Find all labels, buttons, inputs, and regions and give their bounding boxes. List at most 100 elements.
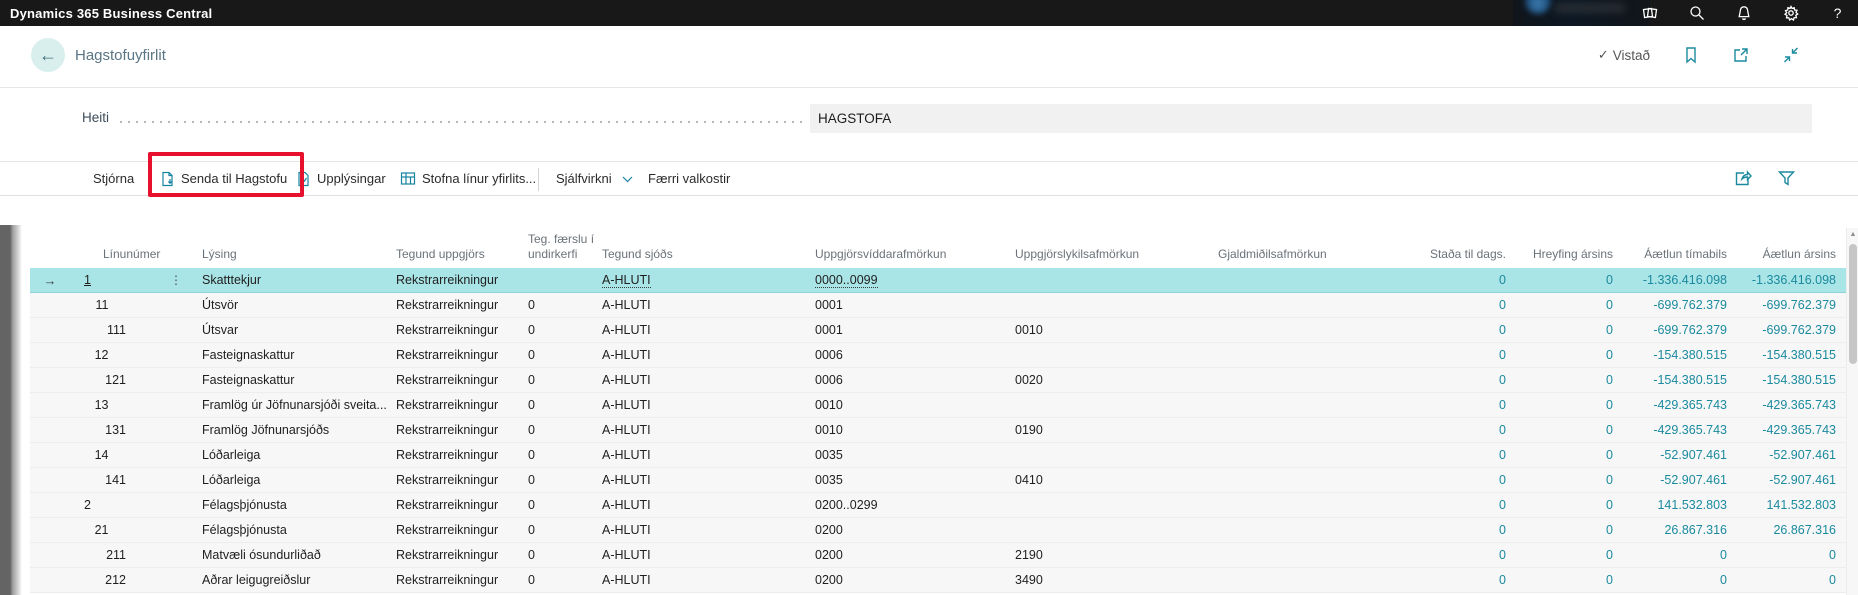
cell-tf[interactable]: 0 [522,418,602,442]
cell-gj[interactable] [1200,393,1395,417]
table-row[interactable]: 12FasteignaskatturRekstrarreikningur0A-H… [30,343,1846,368]
col-header-num[interactable]: Línunúmer [70,247,170,262]
cell-vidd[interactable]: 0001 [815,318,1015,342]
col-header-tu[interactable]: Tegund uppgjörs [396,247,522,262]
cell-tu[interactable]: Rekstrarreikningur [396,393,522,417]
cell-tu[interactable]: Rekstrarreikningur [396,268,522,292]
cell-tu[interactable]: Rekstrarreikningur [396,518,522,542]
cell-stada[interactable]: 0 [1395,493,1510,517]
cell-aars[interactable]: -699.762.379 [1731,293,1846,317]
stofna-linur-button[interactable]: Stofna línur yfirlits... [400,171,536,186]
cell-lyk[interactable] [1015,343,1200,367]
cell-lyk[interactable]: 0020 [1015,368,1200,392]
cell-lysing[interactable]: Framlög Jöfnunarsjóðs [202,418,396,442]
cell-num[interactable]: 111 [70,318,170,342]
cell-ts[interactable]: A-HLUTI [602,543,815,567]
menu-stjorna[interactable]: Stjórna [93,171,134,186]
cell-tu[interactable]: Rekstrarreikningur [396,468,522,492]
cell-num[interactable]: 14 [70,443,170,467]
cell-tu[interactable]: Rekstrarreikningur [396,343,522,367]
cell-hreyf[interactable]: 0 [1510,493,1617,517]
cell-gj[interactable] [1200,468,1395,492]
cell-atim[interactable]: -429.365.743 [1617,393,1731,417]
dynamics-apps-icon[interactable] [1641,5,1658,22]
cell-stada[interactable]: 0 [1395,468,1510,492]
cell-lyk[interactable] [1015,493,1200,517]
cell-vidd[interactable]: 0000..0099 [815,268,1015,292]
cell-tu[interactable]: Rekstrarreikningur [396,568,522,592]
cell-hreyf[interactable]: 0 [1510,393,1617,417]
vertical-scrollbar[interactable]: ▲ [1846,228,1858,595]
col-header-lyk[interactable]: Uppgjörslykilsafmörkun [1015,247,1200,262]
cell-hreyf[interactable]: 0 [1510,443,1617,467]
cell-stada[interactable]: 0 [1395,418,1510,442]
cell-lysing[interactable]: Lóðarleiga [202,443,396,467]
cell-vidd[interactable]: 0200..0299 [815,493,1015,517]
col-header-aars[interactable]: Áætlun ársins [1731,247,1846,262]
cell-aars[interactable]: 0 [1731,568,1846,592]
cell-vidd[interactable]: 0010 [815,418,1015,442]
table-row[interactable]: →1⋮SkatttekjurRekstrarreikningurA-HLUTI0… [30,268,1846,293]
cell-tf[interactable]: 0 [522,368,602,392]
cell-hreyf[interactable]: 0 [1510,368,1617,392]
cell-aars[interactable]: -429.365.743 [1731,418,1846,442]
help-icon[interactable]: ? [1829,5,1846,22]
cell-hreyf[interactable]: 0 [1510,568,1617,592]
cell-atim[interactable]: -699.762.379 [1617,318,1731,342]
cell-num[interactable]: 13 [70,393,170,417]
cell-lyk[interactable] [1015,268,1200,292]
col-header-atim[interactable]: Áætlun tímabils [1617,247,1731,262]
cell-gj[interactable] [1200,443,1395,467]
cell-hreyf[interactable]: 0 [1510,543,1617,567]
cell-tu[interactable]: Rekstrarreikningur [396,418,522,442]
col-header-gj[interactable]: Gjaldmiðilsafmörkun [1200,247,1395,262]
cell-aars[interactable]: -699.762.379 [1731,318,1846,342]
cell-tf[interactable]: 0 [522,293,602,317]
cell-tf[interactable]: 0 [522,543,602,567]
cell-stada[interactable]: 0 [1395,293,1510,317]
cell-num[interactable]: 11 [70,293,170,317]
cell-atim[interactable]: -52.907.461 [1617,468,1731,492]
cell-atim[interactable]: -1.336.416.098 [1617,268,1731,292]
cell-ts[interactable]: A-HLUTI [602,518,815,542]
cell-num[interactable]: 21 [70,518,170,542]
upplysingar-button[interactable]: Upplýsingar [296,171,386,187]
cell-hreyf[interactable]: 0 [1510,518,1617,542]
cell-stada[interactable]: 0 [1395,568,1510,592]
cell-atim[interactable]: 141.532.803 [1617,493,1731,517]
cell-stada[interactable]: 0 [1395,443,1510,467]
cell-ts[interactable]: A-HLUTI [602,393,815,417]
search-icon[interactable] [1688,5,1705,22]
table-row[interactable]: 11ÚtsvörRekstrarreikningur0A-HLUTI000100… [30,293,1846,318]
cell-hreyf[interactable]: 0 [1510,268,1617,292]
cell-lysing[interactable]: Félagsþjónusta [202,493,396,517]
cell-tf[interactable]: 0 [522,443,602,467]
cell-gj[interactable] [1200,343,1395,367]
account-environment-badge[interactable] [1513,0,1650,26]
cell-atim[interactable]: 0 [1617,568,1731,592]
col-header-hreyf[interactable]: Hreyfing ársins [1510,247,1617,262]
cell-aars[interactable]: -52.907.461 [1731,468,1846,492]
cell-lyk[interactable] [1015,518,1200,542]
faerri-valkostir-button[interactable]: Færri valkostir [648,171,730,186]
cell-stada[interactable]: 0 [1395,393,1510,417]
cell-tu[interactable]: Rekstrarreikningur [396,543,522,567]
cell-vidd[interactable]: 0010 [815,393,1015,417]
scrollbar-up-arrow[interactable]: ▲ [1847,231,1858,238]
cell-tu[interactable]: Rekstrarreikningur [396,443,522,467]
table-row[interactable]: 2FélagsþjónustaRekstrarreikningur0A-HLUT… [30,493,1846,518]
collapse-icon[interactable] [1782,46,1800,64]
cell-hreyf[interactable]: 0 [1510,293,1617,317]
cell-atim[interactable]: -699.762.379 [1617,293,1731,317]
cell-aars[interactable]: -154.380.515 [1731,343,1846,367]
cell-hreyf[interactable]: 0 [1510,418,1617,442]
cell-lysing[interactable]: Skatttekjur [202,268,396,292]
cell-lysing[interactable]: Aðrar leigugreiðslur [202,568,396,592]
cell-atim[interactable]: 0 [1617,543,1731,567]
cell-atim[interactable]: -429.365.743 [1617,418,1731,442]
cell-lyk[interactable]: 0010 [1015,318,1200,342]
cell-aars[interactable]: 26.867.316 [1731,518,1846,542]
cell-vidd[interactable]: 0200 [815,518,1015,542]
cell-vidd[interactable]: 0035 [815,443,1015,467]
cell-num[interactable]: 212 [70,568,170,592]
